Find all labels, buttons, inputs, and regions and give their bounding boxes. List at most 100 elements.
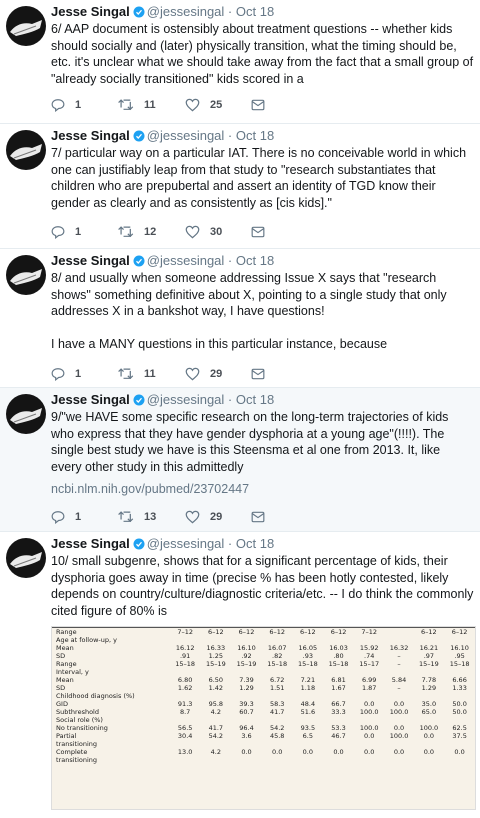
- attached-table-image[interactable]: Range 7–12 6–12 6–12 6–12 6–12 6–12 7–12 6–12 6–1…: [51, 626, 476, 810]
- table-cell: 16.10: [450, 644, 469, 652]
- reply-button[interactable]: 1: [51, 366, 81, 382]
- table-cell: 0.0: [393, 748, 405, 756]
- table-cell: 54.2: [208, 732, 224, 740]
- table-cell: [354, 740, 385, 748]
- table-row-label: Interval, y: [56, 668, 89, 676]
- table-cell: 54.2: [269, 724, 285, 732]
- table-cell: 0.0: [333, 748, 344, 756]
- retweet-button[interactable]: 11: [118, 97, 156, 113]
- table-cell: 15–18: [328, 660, 349, 668]
- retweet-button[interactable]: 13: [118, 509, 156, 525]
- table-cell: [385, 740, 414, 748]
- like-button[interactable]: 25: [185, 97, 222, 113]
- table-cell: [201, 756, 232, 764]
- separator-dot: ·: [227, 128, 233, 143]
- table-row-label: SD: [56, 652, 66, 660]
- tweet-date[interactable]: Oct 18: [236, 253, 274, 268]
- heart-icon: [185, 225, 200, 239]
- table-cell: [170, 668, 201, 676]
- table-cell: 1.62: [177, 684, 193, 692]
- table-cell: 96.4: [239, 724, 254, 732]
- reply-button[interactable]: 1: [51, 97, 81, 113]
- table-cell: 1.33: [452, 684, 467, 692]
- table-cell: 0.0: [454, 748, 465, 756]
- table-cell: [262, 716, 293, 724]
- table-cell: 33.3: [331, 708, 346, 716]
- table-cell: 16.10: [237, 644, 256, 652]
- table-cell: 16.05: [298, 644, 318, 652]
- table-cell: 50.0: [452, 708, 467, 716]
- message-button[interactable]: [251, 509, 265, 525]
- tweet-date[interactable]: Oct 18: [236, 392, 274, 407]
- tweet-link[interactable]: ncbi.nlm.nih.gov/pubmed/23702447: [51, 482, 249, 496]
- table-cell: 0.0: [272, 748, 283, 756]
- table-cell: 6–12: [413, 627, 445, 636]
- message-button[interactable]: [251, 224, 265, 240]
- reply-button[interactable]: 1: [51, 509, 81, 525]
- envelope-icon: [251, 226, 265, 238]
- table-cell: 100.0: [359, 708, 379, 716]
- tweet-date[interactable]: Oct 18: [236, 4, 274, 19]
- avatar[interactable]: [6, 255, 46, 295]
- avatar[interactable]: [6, 538, 46, 578]
- table-cell: 6.99: [361, 676, 377, 684]
- table-cell: 0.0: [364, 700, 375, 708]
- table-cell: [262, 692, 293, 700]
- retweet-button[interactable]: 12: [118, 224, 156, 240]
- author-handle[interactable]: @jessesingal: [147, 128, 225, 143]
- message-button[interactable]: [251, 97, 265, 113]
- reply-button[interactable]: 1: [51, 224, 81, 240]
- table-cell: 6.80: [177, 676, 193, 684]
- verified-badge-icon: [133, 255, 145, 267]
- table-cell: 51.6: [300, 708, 316, 716]
- message-button[interactable]: [251, 366, 265, 382]
- table-row: SD .91 1.25 .92 .82 .93 .80 .74 – .97 .95: [52, 652, 475, 660]
- table-cell: 16.03: [329, 644, 348, 652]
- table-cell: 6.50: [208, 676, 224, 684]
- table-cell: 45.8: [269, 732, 285, 740]
- table-cell: 4.2: [210, 748, 221, 756]
- author-handle[interactable]: @jessesingal: [147, 536, 225, 551]
- author-name[interactable]: Jesse Singal: [51, 253, 130, 268]
- table-cell: 15–18: [267, 660, 288, 668]
- table-cell: [201, 740, 232, 748]
- table-cell: 16.32: [389, 644, 409, 652]
- table-cell: –: [397, 660, 401, 668]
- author-name[interactable]: Jesse Singal: [51, 128, 130, 143]
- like-button[interactable]: 30: [185, 224, 222, 240]
- author-name[interactable]: Jesse Singal: [51, 4, 130, 19]
- author-handle[interactable]: @jessesingal: [147, 253, 225, 268]
- retweet-icon: [118, 511, 134, 523]
- avatar[interactable]: [6, 130, 46, 170]
- table-cell: 62.5: [452, 724, 467, 732]
- tweet-date[interactable]: Oct 18: [236, 536, 274, 551]
- reply-icon: [51, 226, 65, 239]
- retweet-button[interactable]: 11: [118, 366, 156, 382]
- table-cell: 15–18: [175, 660, 196, 668]
- table-cell: 7.78: [421, 676, 437, 684]
- table-cell: [354, 716, 385, 724]
- table-cell: 0.0: [241, 748, 252, 756]
- like-button[interactable]: 29: [185, 509, 222, 525]
- table-cell: [414, 740, 445, 748]
- avatar[interactable]: [6, 394, 46, 434]
- author-handle[interactable]: @jessesingal: [147, 392, 225, 407]
- table-cell: [262, 756, 293, 764]
- table-cell: [293, 756, 324, 764]
- table-cell: [414, 668, 445, 676]
- table-row: Interval, y: [52, 668, 475, 676]
- table-cell: .74: [364, 652, 375, 660]
- table-cell: [293, 668, 324, 676]
- table-cell: 16.07: [267, 644, 287, 652]
- tweet-date[interactable]: Oct 18: [236, 128, 274, 143]
- author-name[interactable]: Jesse Singal: [51, 536, 130, 551]
- author-name[interactable]: Jesse Singal: [51, 392, 130, 407]
- table-cell: [170, 740, 201, 748]
- table-cell: [323, 716, 354, 724]
- table-cell: 39.3: [239, 700, 254, 708]
- like-button[interactable]: 29: [185, 366, 222, 382]
- avatar[interactable]: [6, 6, 46, 46]
- table-cell: 6.81: [331, 676, 346, 684]
- author-handle[interactable]: @jessesingal: [147, 4, 225, 19]
- table-cell: –: [397, 684, 401, 692]
